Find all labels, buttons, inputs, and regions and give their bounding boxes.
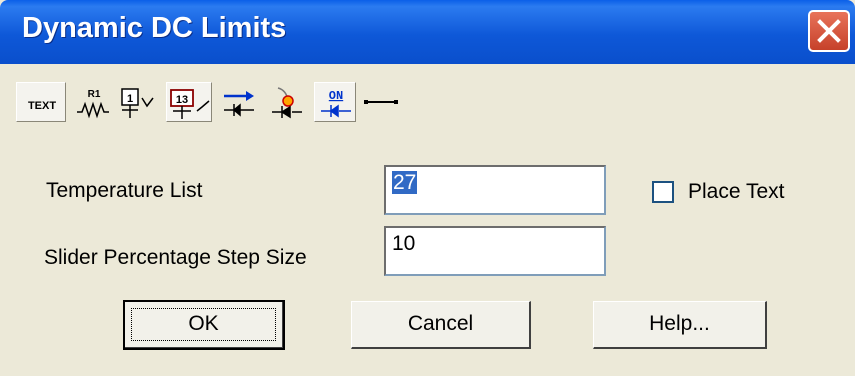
toolbar-pin-button[interactable] (360, 82, 402, 122)
toolbar-node-name-button[interactable]: 1 (118, 82, 160, 122)
temperature-list-input[interactable]: 27 (384, 165, 606, 215)
toolbar-current-button[interactable] (218, 82, 260, 122)
close-icon (817, 19, 841, 43)
power-dissipation-icon (272, 87, 302, 119)
toolbar-resistor-label-button[interactable]: R1 (72, 82, 112, 122)
text-icon-label: TEXT (28, 100, 56, 112)
slider-step-size-label: Slider Percentage Step Size (44, 246, 307, 269)
node1-icon-label: 1 (127, 93, 133, 105)
node13-icon-label: 13 (176, 94, 188, 106)
place-text-label[interactable]: Place Text (688, 180, 785, 204)
slider-step-size-value: 10 (392, 232, 416, 255)
on-state-icon: ON (321, 89, 351, 118)
ok-focus-rect (131, 308, 276, 341)
cancel-button-label: Cancel (407, 312, 474, 335)
dynamic-dc-limits-dialog: Dynamic DC Limits TEXT R1 1 13 ON Temper… (0, 0, 855, 376)
temperature-list-value: 27 (392, 171, 418, 194)
display-toolbar: TEXT R1 1 13 ON (10, 78, 450, 126)
slider-step-size-input[interactable]: 10 (384, 226, 606, 276)
toolbar-text-button[interactable]: TEXT (16, 82, 66, 122)
window-title: Dynamic DC Limits (22, 12, 287, 44)
resistor-icon: R1 (77, 89, 109, 119)
on-icon-label: ON (329, 89, 343, 103)
ok-button[interactable]: OK (123, 300, 285, 350)
help-button-label: Help... (649, 312, 710, 335)
place-text-checkbox[interactable] (652, 181, 674, 203)
node-number-icon: 13 (170, 89, 210, 119)
help-button[interactable]: Help... (593, 301, 767, 349)
temperature-list-label: Temperature List (46, 179, 203, 202)
node-name-icon: 1 (121, 88, 154, 118)
current-arrow-icon (224, 91, 254, 117)
toolbar-node-number-button[interactable]: 13 (166, 82, 212, 122)
toolbar-power-button[interactable] (266, 82, 308, 122)
pin-connection-icon (364, 100, 398, 104)
text-icon: TEXT (28, 100, 56, 112)
cancel-button[interactable]: Cancel (351, 301, 531, 349)
toolbar-condition-button[interactable]: ON (314, 82, 356, 122)
close-button[interactable] (808, 10, 850, 52)
title-bar[interactable]: Dynamic DC Limits (0, 0, 855, 64)
resistor-icon-label: R1 (88, 89, 101, 100)
